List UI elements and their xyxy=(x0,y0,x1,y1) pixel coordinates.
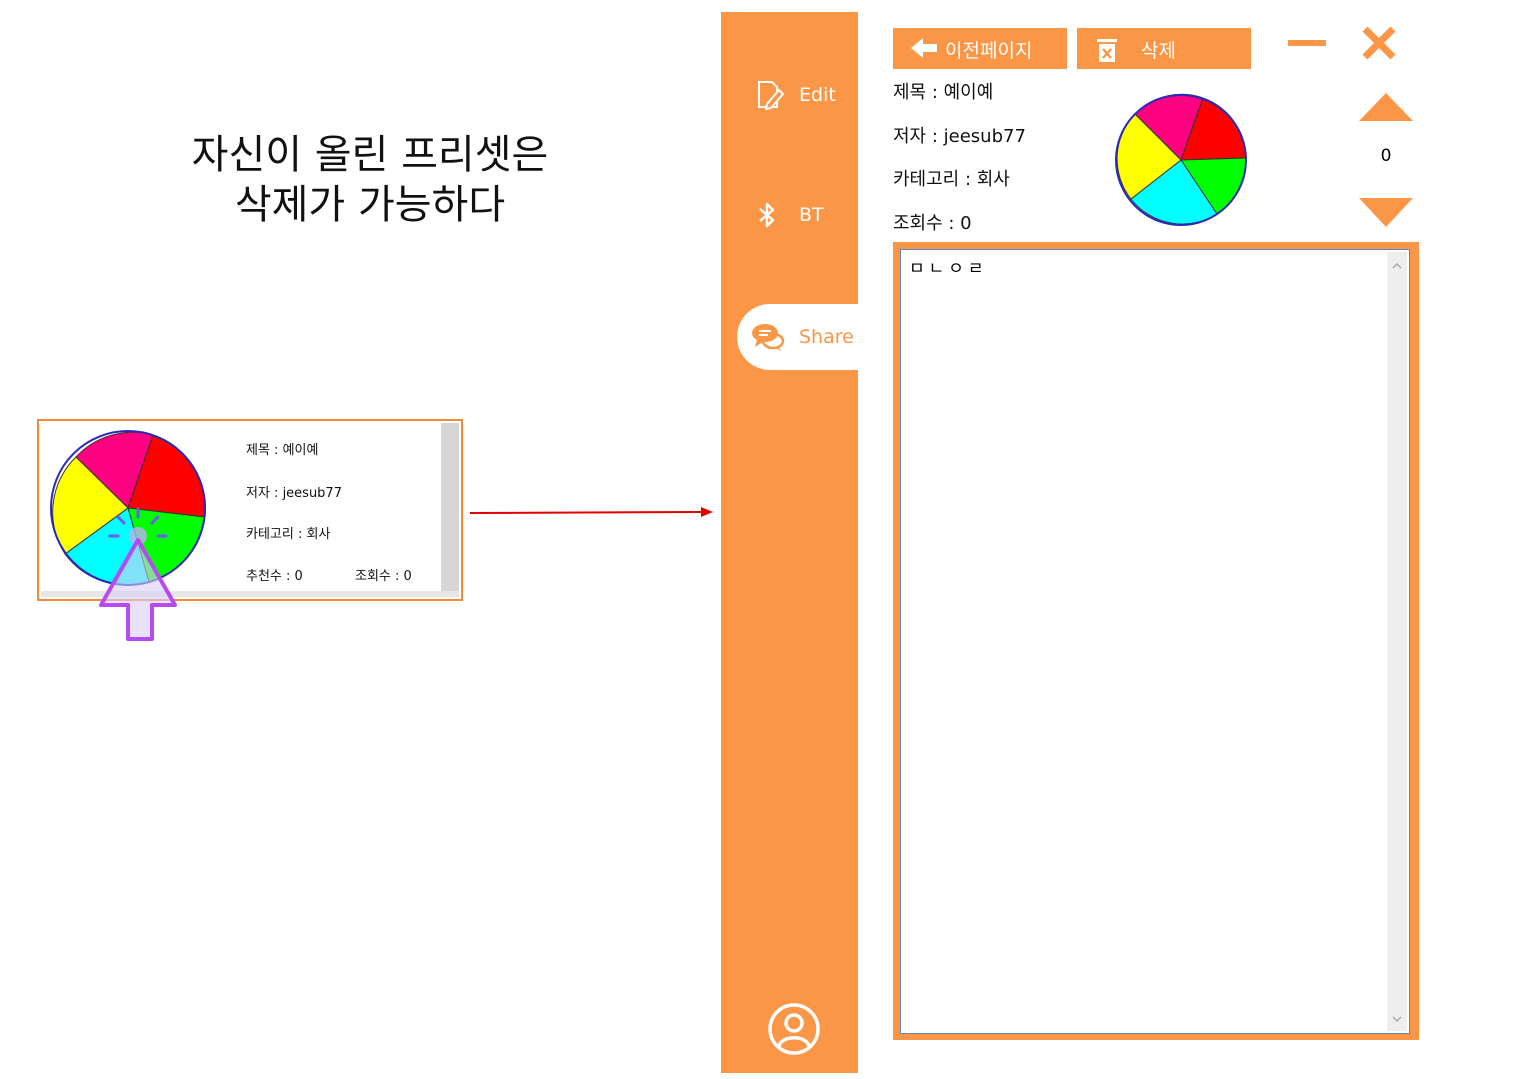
detail-title: 제목 : 예이예 xyxy=(893,82,994,103)
delete-label: 삭제 xyxy=(1141,40,1176,62)
transition-arrow-icon xyxy=(470,507,713,517)
edit-icon xyxy=(758,81,785,111)
sidebar-item-label: Edit xyxy=(799,84,836,106)
card-title: 제목 : 예이예 xyxy=(246,443,319,458)
instruction-caption: 자신이 올린 프리셋은 삭제가 가능하다 xyxy=(160,130,580,230)
card-recommend-count: 추천수 : 0 xyxy=(246,569,303,584)
sidebar-item-label: BT xyxy=(799,204,824,226)
share-chat-icon xyxy=(752,324,785,351)
sidebar: Edit BT Share xyxy=(721,12,858,1073)
detail-author: 저자 : jeesub77 xyxy=(893,126,1026,147)
trash-icon xyxy=(1097,39,1117,62)
detail-category: 카테고리 : 회사 xyxy=(893,169,1010,190)
previous-page-button[interactable]: 이전페이지 xyxy=(893,28,1067,69)
user-profile-icon[interactable] xyxy=(767,1002,821,1056)
arrow-up-icon[interactable] xyxy=(1358,92,1414,122)
content-text: ㅁㄴㅇㄹ xyxy=(909,259,988,279)
detail-view-count: 조회수 : 0 xyxy=(893,213,972,234)
recommend-count: 0 xyxy=(1380,146,1392,166)
delete-button[interactable]: 삭제 xyxy=(1077,28,1251,69)
content-textarea[interactable]: ㅁㄴㅇㄹ xyxy=(900,249,1410,1034)
sidebar-item-label: Share xyxy=(799,326,854,348)
arrow-left-icon xyxy=(911,38,937,58)
chevron-up-icon[interactable] xyxy=(1392,262,1402,270)
caption-line-1: 자신이 올린 프리셋은 xyxy=(191,132,549,178)
arrow-down-icon[interactable] xyxy=(1358,197,1414,229)
close-icon[interactable] xyxy=(1360,24,1398,62)
sidebar-item-bt[interactable]: BT xyxy=(721,182,858,248)
card-category: 카테고리 : 회사 xyxy=(246,527,331,542)
card-view-count: 조회수 : 0 xyxy=(355,569,412,584)
sidebar-item-share[interactable]: Share xyxy=(737,304,858,370)
card-scrollbar[interactable] xyxy=(441,423,459,595)
content-scrollbar[interactable] xyxy=(1387,252,1407,1031)
detail-pie-icon xyxy=(1115,93,1247,226)
card-author: 저자 : jeesub77 xyxy=(246,486,342,501)
minimize-button[interactable] xyxy=(1288,40,1326,46)
sidebar-item-edit[interactable]: Edit xyxy=(721,62,858,128)
previous-page-label: 이전페이지 xyxy=(945,40,1033,62)
chevron-down-icon[interactable] xyxy=(1392,1015,1402,1023)
bluetooth-icon xyxy=(759,202,775,228)
caption-line-2: 삭제가 가능하다 xyxy=(234,182,506,228)
click-cursor-icon xyxy=(99,507,177,641)
